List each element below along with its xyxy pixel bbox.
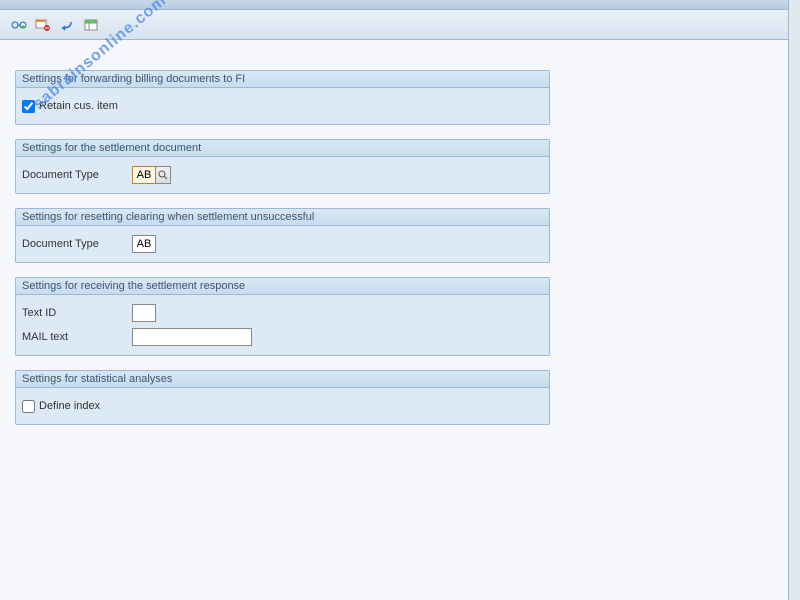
glasses-icon[interactable] (10, 16, 28, 34)
section-header-settlement: Settings for the settlement document (16, 140, 549, 157)
scrollbar-area[interactable] (788, 0, 800, 600)
section-resetting: Settings for resetting clearing when set… (15, 208, 550, 263)
retain-cus-item-label: Retain cus. item (39, 100, 118, 112)
doc-type-input-1[interactable] (132, 166, 156, 184)
text-id-label: Text ID (22, 307, 132, 319)
section-forwarding: Settings for forwarding billing document… (15, 70, 550, 125)
define-index-checkbox[interactable] (22, 400, 35, 413)
text-id-input[interactable] (132, 304, 156, 322)
window-title-bar (0, 0, 800, 10)
mail-text-input[interactable] (132, 328, 252, 346)
search-icon (158, 170, 168, 180)
toolbar (0, 10, 800, 40)
section-receiving: Settings for receiving the settlement re… (15, 277, 550, 356)
table-icon[interactable] (82, 16, 100, 34)
section-header-forwarding: Settings for forwarding billing document… (16, 71, 549, 88)
doc-type-label-2: Document Type (22, 238, 132, 250)
define-index-wrap[interactable]: Define index (22, 400, 100, 413)
section-header-receiving: Settings for receiving the settlement re… (16, 278, 549, 295)
undo-icon[interactable] (58, 16, 76, 34)
section-header-resetting: Settings for resetting clearing when set… (16, 209, 549, 226)
mail-text-label: MAIL text (22, 331, 132, 343)
section-settlement: Settings for the settlement document Doc… (15, 139, 550, 194)
doc-type-input-2[interactable] (132, 235, 156, 253)
doc-type-label-1: Document Type (22, 169, 132, 181)
doc-type-search-button[interactable] (155, 166, 171, 184)
section-header-statistical: Settings for statistical analyses (16, 371, 549, 388)
define-index-label: Define index (39, 400, 100, 412)
content-area: Settings for forwarding billing document… (0, 40, 800, 454)
retain-cus-item-wrap[interactable]: Retain cus. item (22, 100, 118, 113)
retain-cus-item-checkbox[interactable] (22, 100, 35, 113)
section-statistical: Settings for statistical analyses Define… (15, 370, 550, 425)
new-entries-icon[interactable] (34, 16, 52, 34)
